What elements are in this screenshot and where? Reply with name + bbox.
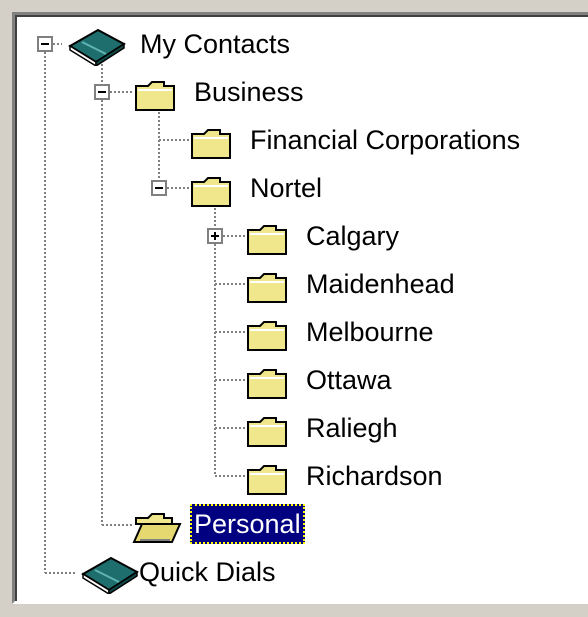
tree-node-quick-dials[interactable]: Quick Dials <box>75 552 335 596</box>
collapse-icon[interactable] <box>94 84 110 100</box>
folder-icon <box>247 273 287 303</box>
tree-node-label: Raliegh <box>306 413 398 443</box>
folder-icon <box>247 465 287 495</box>
tree-node-label: Business <box>194 77 304 107</box>
folder-icon <box>191 129 231 159</box>
tree-node-label: Maidenhead <box>306 269 455 299</box>
tree-node-maidenhead[interactable]: Maidenhead <box>244 264 484 308</box>
tree-node-label: Financial Corporations <box>250 125 521 155</box>
tree-node-raliegh[interactable]: Raliegh <box>244 408 444 452</box>
open-folder-icon <box>132 513 182 543</box>
expand-icon[interactable] <box>207 228 223 244</box>
collapse-icon[interactable] <box>37 36 53 52</box>
tree-node-my-contacts[interactable]: My Contacts <box>62 24 322 68</box>
folder-icon <box>135 81 175 111</box>
tree-node-melbourne[interactable]: Melbourne <box>244 312 484 356</box>
collapse-icon[interactable] <box>151 180 167 196</box>
address-book-icon <box>68 28 126 66</box>
tree-node-ottawa[interactable]: Ottawa <box>244 360 444 404</box>
folder-icon <box>247 321 287 351</box>
tree-node-label: Nortel <box>250 173 323 203</box>
folder-icon <box>247 225 287 255</box>
tree-node-label: Ottawa <box>306 365 392 395</box>
folder-icon <box>247 369 287 399</box>
tree-node-label: Personal <box>190 504 305 544</box>
tree-node-business[interactable]: Business <box>132 72 332 116</box>
tree-node-label: Calgary <box>306 221 400 251</box>
tree-node-nortel[interactable]: Nortel <box>188 168 368 212</box>
tree-node-personal[interactable]: Personal <box>132 504 332 548</box>
folder-icon <box>191 177 231 207</box>
tree-node-financial-corporations[interactable]: Financial Corporations <box>188 120 548 164</box>
folder-icon <box>247 417 287 447</box>
tree-node-label: Quick Dials <box>139 557 276 587</box>
tree-node-calgary[interactable]: Calgary <box>244 216 444 260</box>
tree-panel: My Contacts Business Financial Corporati… <box>0 0 588 617</box>
tree-node-label: Richardson <box>306 461 443 491</box>
tree-node-label: My Contacts <box>140 29 291 59</box>
tree-node-label: Melbourne <box>306 317 434 347</box>
tree-node-richardson[interactable]: Richardson <box>244 456 484 500</box>
